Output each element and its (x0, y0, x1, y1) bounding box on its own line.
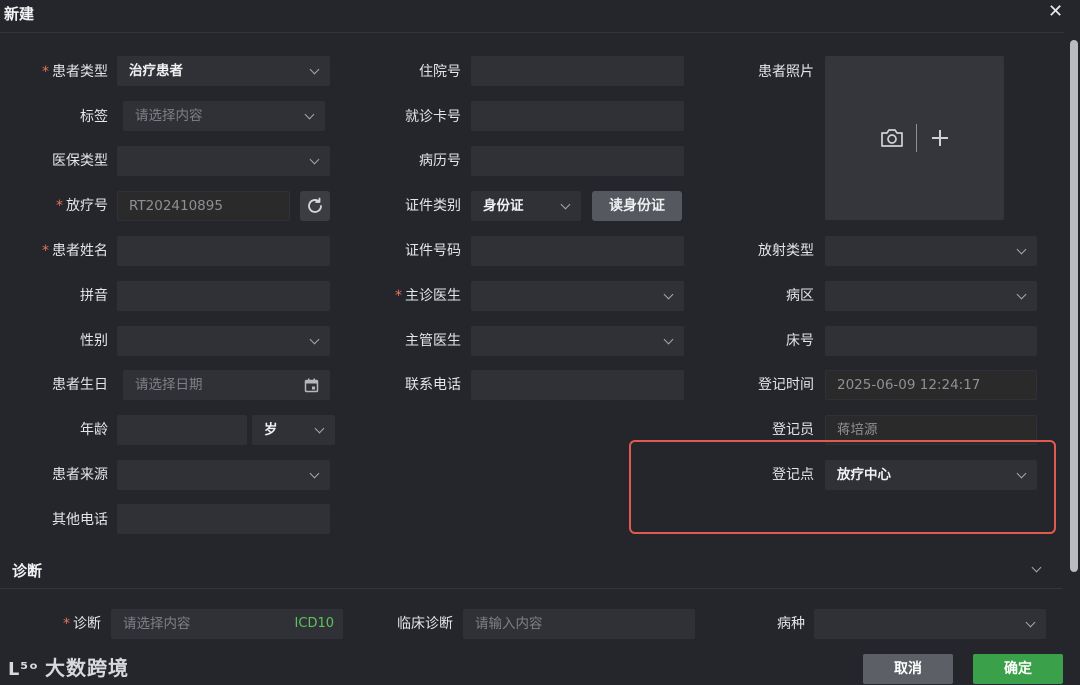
chevron-down-icon (309, 154, 320, 165)
watermark-mark: ᒪ⁵ᵒ (8, 659, 39, 680)
chevron-down-icon (309, 64, 320, 75)
patient-type-label: * 患者类型 (42, 64, 108, 80)
chevron-down-icon[interactable] (1031, 562, 1042, 573)
birthday-label: 患者生日 (52, 377, 108, 393)
gender-select[interactable] (117, 326, 330, 356)
therapy-no-label: * 放疗号 (56, 198, 108, 214)
birthday-placeholder: 请选择日期 (135, 377, 203, 393)
age-unit-value: 岁 (264, 422, 278, 438)
tag-select[interactable]: 请选择内容 (123, 101, 325, 131)
other-phone-input[interactable] (117, 504, 330, 534)
icd10-tag[interactable]: ICD10 (295, 610, 334, 638)
clinical-diagnosis-input[interactable]: 请输入内容 (463, 609, 695, 639)
refresh-button[interactable] (300, 191, 330, 221)
chevron-down-icon (1016, 244, 1027, 255)
id-type-select[interactable]: 身份证 (471, 191, 581, 221)
pinyin-label: 拼音 (80, 288, 108, 304)
scrollbar[interactable] (1070, 40, 1078, 572)
photo-divider (916, 124, 917, 152)
medical-record-input[interactable] (471, 146, 684, 176)
confirm-button[interactable]: 确定 (973, 654, 1063, 684)
source-select[interactable] (117, 460, 330, 490)
plus-icon (932, 130, 948, 146)
therapy-no-value: RT202410895 (129, 198, 223, 214)
id-no-label: 证件号码 (405, 243, 461, 259)
disease-label: 病种 (777, 616, 805, 632)
pinyin-input[interactable] (117, 281, 330, 311)
diagnosis-select[interactable]: 请选择内容 ICD10 (111, 609, 343, 639)
diagnosis-label: * 诊断 (63, 616, 101, 632)
phone-input[interactable] (471, 370, 684, 400)
visit-card-label: 就诊卡号 (405, 109, 461, 125)
responsible-doctor-label: 主管医生 (405, 333, 461, 349)
bed-no-input[interactable] (825, 326, 1037, 356)
therapy-no-field: RT202410895 (117, 191, 290, 221)
attending-doctor-label: * 主诊医生 (395, 288, 461, 304)
ward-label: 病区 (786, 288, 814, 304)
register-time-label: 登记时间 (758, 377, 814, 393)
disease-select[interactable] (814, 609, 1046, 639)
photo-label: 患者照片 (758, 64, 814, 80)
clinical-diagnosis-label: 临床诊断 (397, 616, 453, 632)
calendar-icon (304, 378, 319, 393)
birthday-picker[interactable]: 请选择日期 (123, 370, 330, 400)
diagnosis-section-title: 诊断 (12, 562, 43, 580)
chevron-down-icon (560, 199, 571, 210)
tag-label: 标签 (80, 109, 108, 125)
section-divider (0, 588, 1062, 589)
refresh-icon (308, 197, 322, 213)
insurance-type-select[interactable] (117, 146, 330, 176)
read-id-card-button[interactable]: 读身份证 (592, 191, 682, 221)
id-type-label: 证件类别 (405, 198, 461, 214)
highlight-box (629, 440, 1056, 534)
tag-placeholder: 请选择内容 (135, 108, 203, 124)
register-time-field: 2025-06-09 12:24:17 (825, 370, 1037, 400)
radiation-type-select[interactable] (825, 236, 1037, 266)
dialog-title: 新建 (4, 5, 35, 23)
age-unit-select[interactable]: 岁 (252, 415, 335, 445)
diagnosis-placeholder: 请选择内容 (123, 616, 191, 632)
clinical-diagnosis-placeholder: 请输入内容 (475, 616, 543, 632)
inpatient-no-input[interactable] (471, 56, 684, 86)
attending-doctor-select[interactable] (471, 281, 684, 311)
medical-record-label: 病历号 (419, 153, 461, 169)
id-no-input[interactable] (471, 236, 684, 266)
close-icon[interactable]: ✕ (1048, 2, 1063, 22)
chevron-down-icon (314, 423, 325, 434)
header-divider (0, 32, 1064, 33)
watermark-text: 大数跨境 (44, 656, 129, 680)
visit-card-input[interactable] (471, 101, 684, 131)
inpatient-no-label: 住院号 (419, 64, 461, 80)
chevron-down-icon (304, 109, 315, 120)
patient-name-label: * 患者姓名 (42, 243, 108, 259)
ward-select[interactable] (825, 281, 1037, 311)
responsible-doctor-select[interactable] (471, 326, 684, 356)
radiation-type-label: 放射类型 (758, 243, 814, 259)
age-label: 年龄 (80, 422, 108, 438)
chevron-down-icon (663, 289, 674, 300)
patient-type-select[interactable]: 治疗患者 (117, 56, 330, 86)
chevron-down-icon (309, 334, 320, 345)
chevron-down-icon (663, 334, 674, 345)
watermark-logo: ᒪ⁵ᵒ 大数跨境 (8, 652, 129, 681)
other-phone-label: 其他电话 (52, 512, 108, 528)
source-label: 患者来源 (52, 467, 108, 483)
id-type-value: 身份证 (483, 198, 524, 214)
phone-label: 联系电话 (405, 377, 461, 393)
cancel-button[interactable]: 取消 (863, 654, 953, 684)
bed-no-label: 床号 (786, 333, 814, 349)
insurance-type-label: 医保类型 (52, 153, 108, 169)
chevron-down-icon (309, 468, 320, 479)
registrar-label: 登记员 (772, 422, 814, 438)
chevron-down-icon (1016, 289, 1027, 300)
age-input[interactable] (117, 415, 247, 445)
chevron-down-icon (1025, 617, 1036, 628)
patient-type-value: 治疗患者 (129, 63, 183, 79)
gender-label: 性别 (80, 333, 108, 349)
patient-name-input[interactable] (117, 236, 330, 266)
camera-icon (881, 129, 903, 147)
photo-upload[interactable] (825, 56, 1004, 220)
